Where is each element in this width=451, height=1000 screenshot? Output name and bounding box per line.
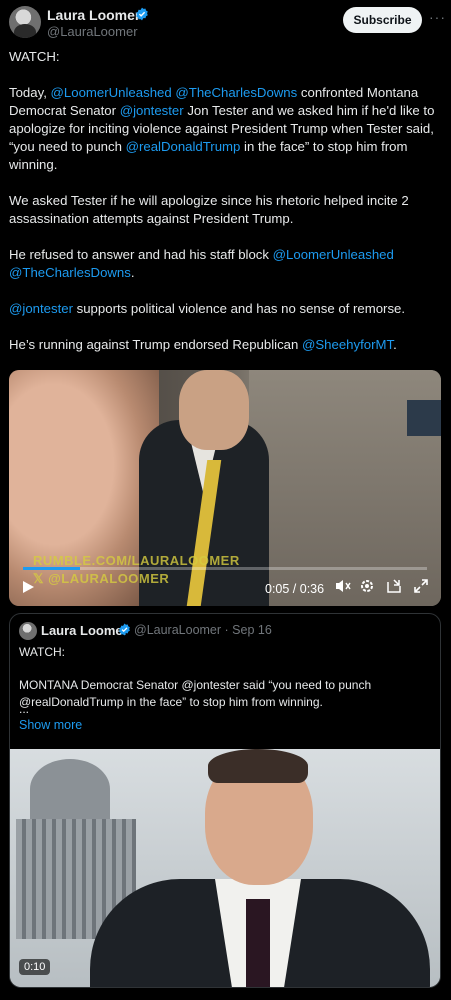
more-icon[interactable]: ··· — [429, 9, 446, 25]
author-name[interactable]: Laura Loomer — [47, 7, 140, 23]
subscribe-button[interactable]: Subscribe — [343, 7, 422, 33]
mention-link[interactable]: @jontester — [9, 301, 73, 316]
video-time: 0:05 / 0:36 — [265, 582, 325, 596]
show-more-link[interactable]: Show more — [19, 718, 82, 732]
text-span: WATCH: — [9, 49, 60, 64]
volume-icon[interactable] — [335, 578, 351, 594]
mention-link[interactable]: @LoomerUnleashed — [273, 247, 394, 262]
play-icon[interactable] — [21, 580, 35, 594]
text-span: . — [130, 265, 135, 280]
quote-ellipsis: ... — [19, 702, 30, 716]
post-header: Laura Loomer @LauraLoomer Subscribe ··· — [9, 6, 445, 40]
video-frame-head — [179, 370, 249, 450]
mention-link[interactable]: @jontester — [120, 103, 184, 118]
video-duration: 0:10 — [19, 959, 51, 975]
video-controls: 0:05 / 0:36 — [9, 574, 441, 602]
post-paragraph: Today, @LoomerUnleashed @TheCharlesDowns… — [9, 84, 442, 174]
text-span: He’s running against Trump endorsed Repu… — [9, 337, 302, 352]
video-frame-hair — [208, 749, 308, 783]
video-frame-person — [90, 749, 430, 987]
text-span: We asked Tester if he will apologize sin… — [9, 193, 409, 226]
text-span: Today, — [9, 85, 51, 100]
post-text: WATCH: Today, @LoomerUnleashed @TheCharl… — [9, 48, 442, 372]
video-frame-window — [407, 400, 441, 436]
quote-paragraph: WATCH: — [19, 645, 65, 659]
mention-link[interactable]: @SheehyforMT — [302, 337, 393, 352]
mention-link[interactable]: @LoomerUnleashed — [51, 85, 172, 100]
post-paragraph: @jontester supports political violence a… — [9, 300, 442, 318]
video-progress-fill — [23, 567, 80, 570]
video-player[interactable]: RUMBLE.COM/LAURALOOMER 𝕏 @LAURALOOMER 0:… — [9, 370, 441, 606]
verified-badge-icon — [136, 7, 148, 21]
fullscreen-icon[interactable] — [413, 578, 429, 594]
verified-badge-icon — [119, 623, 130, 636]
quote-meta: @LauraLoomer · Sep 16 — [134, 623, 272, 637]
post-paragraph: He refused to answer and had his staff b… — [9, 246, 442, 282]
quote-author-name: Laura Loomer — [41, 623, 128, 638]
quote-video[interactable]: 0:10 — [10, 749, 440, 987]
quoted-post[interactable]: Laura Loomer @LauraLoomer · Sep 16 WATCH… — [9, 613, 441, 988]
text-span: He refused to answer and had his staff b… — [9, 247, 273, 262]
video-progress-bar[interactable] — [23, 567, 427, 570]
text-span: supports political violence and has no s… — [72, 301, 406, 316]
mention-link[interactable]: @realDonaldTrump — [126, 139, 241, 154]
video-watermark: RUMBLE.COM/LAURALOOMER — [33, 553, 240, 568]
avatar[interactable] — [9, 6, 41, 38]
settings-icon[interactable] — [359, 578, 375, 594]
quote-avatar — [19, 622, 37, 640]
post-paragraph: We asked Tester if he will apologize sin… — [9, 192, 442, 228]
video-frame-tie — [246, 899, 270, 987]
post-paragraph: He’s running against Trump endorsed Repu… — [9, 336, 442, 354]
dock-icon[interactable] — [386, 578, 402, 594]
post-paragraph: WATCH: — [9, 48, 442, 66]
mention-link[interactable]: @TheCharlesDowns — [9, 265, 131, 280]
quote-paragraph: MONTANA Democrat Senator @jontester said… — [19, 678, 372, 709]
mention-link[interactable]: @TheCharlesDowns — [175, 85, 297, 100]
author-handle[interactable]: @LauraLoomer — [47, 24, 138, 39]
text-span: . — [393, 337, 397, 352]
quote-text: WATCH: MONTANA Democrat Senator @jontest… — [19, 644, 431, 727]
